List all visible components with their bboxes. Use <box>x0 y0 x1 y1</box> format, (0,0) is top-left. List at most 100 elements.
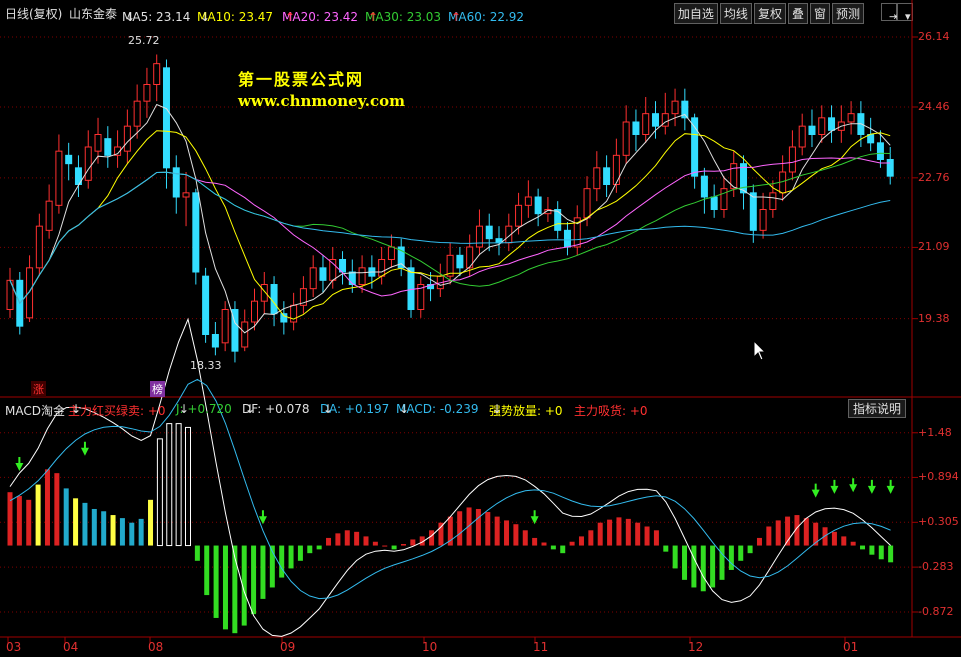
indicator-trend-arrow: ↓ <box>245 402 256 416</box>
macd-bar <box>588 530 594 546</box>
candle-down <box>348 271 356 285</box>
macd-bar <box>653 530 659 546</box>
x-axis-label: 09 <box>280 640 296 654</box>
ma10-line <box>9 130 891 320</box>
macd-bar <box>316 545 322 550</box>
macd-bar <box>841 536 847 546</box>
candle-up <box>788 146 796 173</box>
macd-bar <box>766 526 772 546</box>
macd-bar <box>869 545 875 555</box>
candle-down <box>828 117 836 131</box>
candle-down <box>534 196 542 215</box>
candle-up <box>309 267 317 290</box>
buy-signal-arrow <box>530 510 539 525</box>
candle-up <box>221 309 229 344</box>
macd-bar <box>110 515 116 546</box>
macd-bar <box>700 545 706 592</box>
macd-bar <box>391 545 397 550</box>
macd-bar <box>54 473 60 546</box>
ma5-line <box>9 103 891 334</box>
macd-bar <box>485 512 491 546</box>
candle-down <box>632 121 640 135</box>
macd-bar <box>251 545 257 615</box>
candle-up <box>622 121 630 156</box>
candle-up <box>759 209 767 231</box>
macd-bar <box>73 498 79 546</box>
candle-up <box>123 125 131 152</box>
macd-bar <box>457 511 463 546</box>
macd-bar <box>156 438 163 547</box>
macd-bar <box>513 524 519 546</box>
price-tick-label: 21.09 <box>918 240 950 254</box>
buy-signal-arrow <box>15 456 24 471</box>
indicator-tick-label: +0.305 <box>918 515 959 529</box>
candle-up <box>798 125 806 148</box>
macd-bar <box>522 530 528 546</box>
indicator-tick-label: -0.283 <box>918 560 954 574</box>
candle-up <box>84 146 92 181</box>
macd-bar <box>335 533 341 546</box>
ranking-badge[interactable]: 榜 <box>150 381 165 397</box>
price-tick-label: 19.38 <box>918 311 950 325</box>
candle-up <box>593 167 601 190</box>
candle-up <box>642 113 650 135</box>
macd-bar <box>194 545 200 561</box>
indicator-legend-text: 主力吸货: +0 <box>574 404 648 418</box>
macd-bar <box>625 518 631 546</box>
candle-up <box>847 113 855 123</box>
buy-signal-arrow <box>886 479 895 494</box>
indicator-legend-text: 主力红买绿卖: +0 <box>68 404 166 418</box>
macd-bar <box>35 484 41 546</box>
macd-bar <box>616 517 622 546</box>
macd-bar <box>129 522 135 546</box>
candle-up <box>241 321 249 348</box>
macd-bar <box>803 518 809 546</box>
macd-bar <box>26 499 32 546</box>
macd-bar <box>307 545 313 554</box>
macd-bar <box>222 545 228 630</box>
candle-down <box>749 192 757 231</box>
candle-up <box>818 117 826 136</box>
indicator-tick-label: +1.48 <box>918 425 952 439</box>
macd-bar <box>166 423 173 547</box>
macd-bar <box>185 426 191 547</box>
macd-bar <box>635 522 641 546</box>
buy-signal-arrow <box>811 483 820 498</box>
candle-up <box>143 84 151 102</box>
macd-bar <box>82 502 88 546</box>
candle-down <box>407 267 415 311</box>
macd-bar <box>860 545 866 550</box>
limit-up-badge[interactable]: 涨 <box>31 381 46 397</box>
candle-down <box>651 113 659 127</box>
macd-bar <box>410 539 416 546</box>
candle-down <box>319 267 327 281</box>
candle-up <box>612 154 620 185</box>
macd-bar <box>148 499 154 546</box>
macd-bar <box>578 536 584 546</box>
candle-up <box>671 100 679 115</box>
chart-canvas[interactable] <box>0 0 961 657</box>
macd-bar <box>438 522 444 546</box>
candle-up <box>720 188 728 211</box>
macd-bar <box>504 520 510 546</box>
macd-bar <box>532 537 538 546</box>
high-price-label: 25.72 <box>128 34 160 47</box>
indicator-legend-text: MACD淘金 <box>5 404 65 418</box>
candle-up <box>153 63 161 86</box>
macd-bar <box>607 519 613 546</box>
macd-bar <box>382 545 388 547</box>
x-axis-label: 12 <box>688 640 704 654</box>
price-tick-label: 22.76 <box>918 170 950 184</box>
candle-up <box>251 300 259 323</box>
indicator-explain-button[interactable]: 指标说明 <box>848 399 907 418</box>
indicator-trend-arrow: ↓ <box>179 402 190 416</box>
macd-bar <box>728 545 734 570</box>
candle-down <box>700 175 708 198</box>
macd-bar <box>260 545 266 599</box>
candle-up <box>182 192 190 198</box>
macd-bar <box>775 520 781 546</box>
candle-down <box>104 138 112 156</box>
candle-down <box>280 313 288 323</box>
x-axis-label: 11 <box>533 640 549 654</box>
macd-bar <box>888 545 894 563</box>
